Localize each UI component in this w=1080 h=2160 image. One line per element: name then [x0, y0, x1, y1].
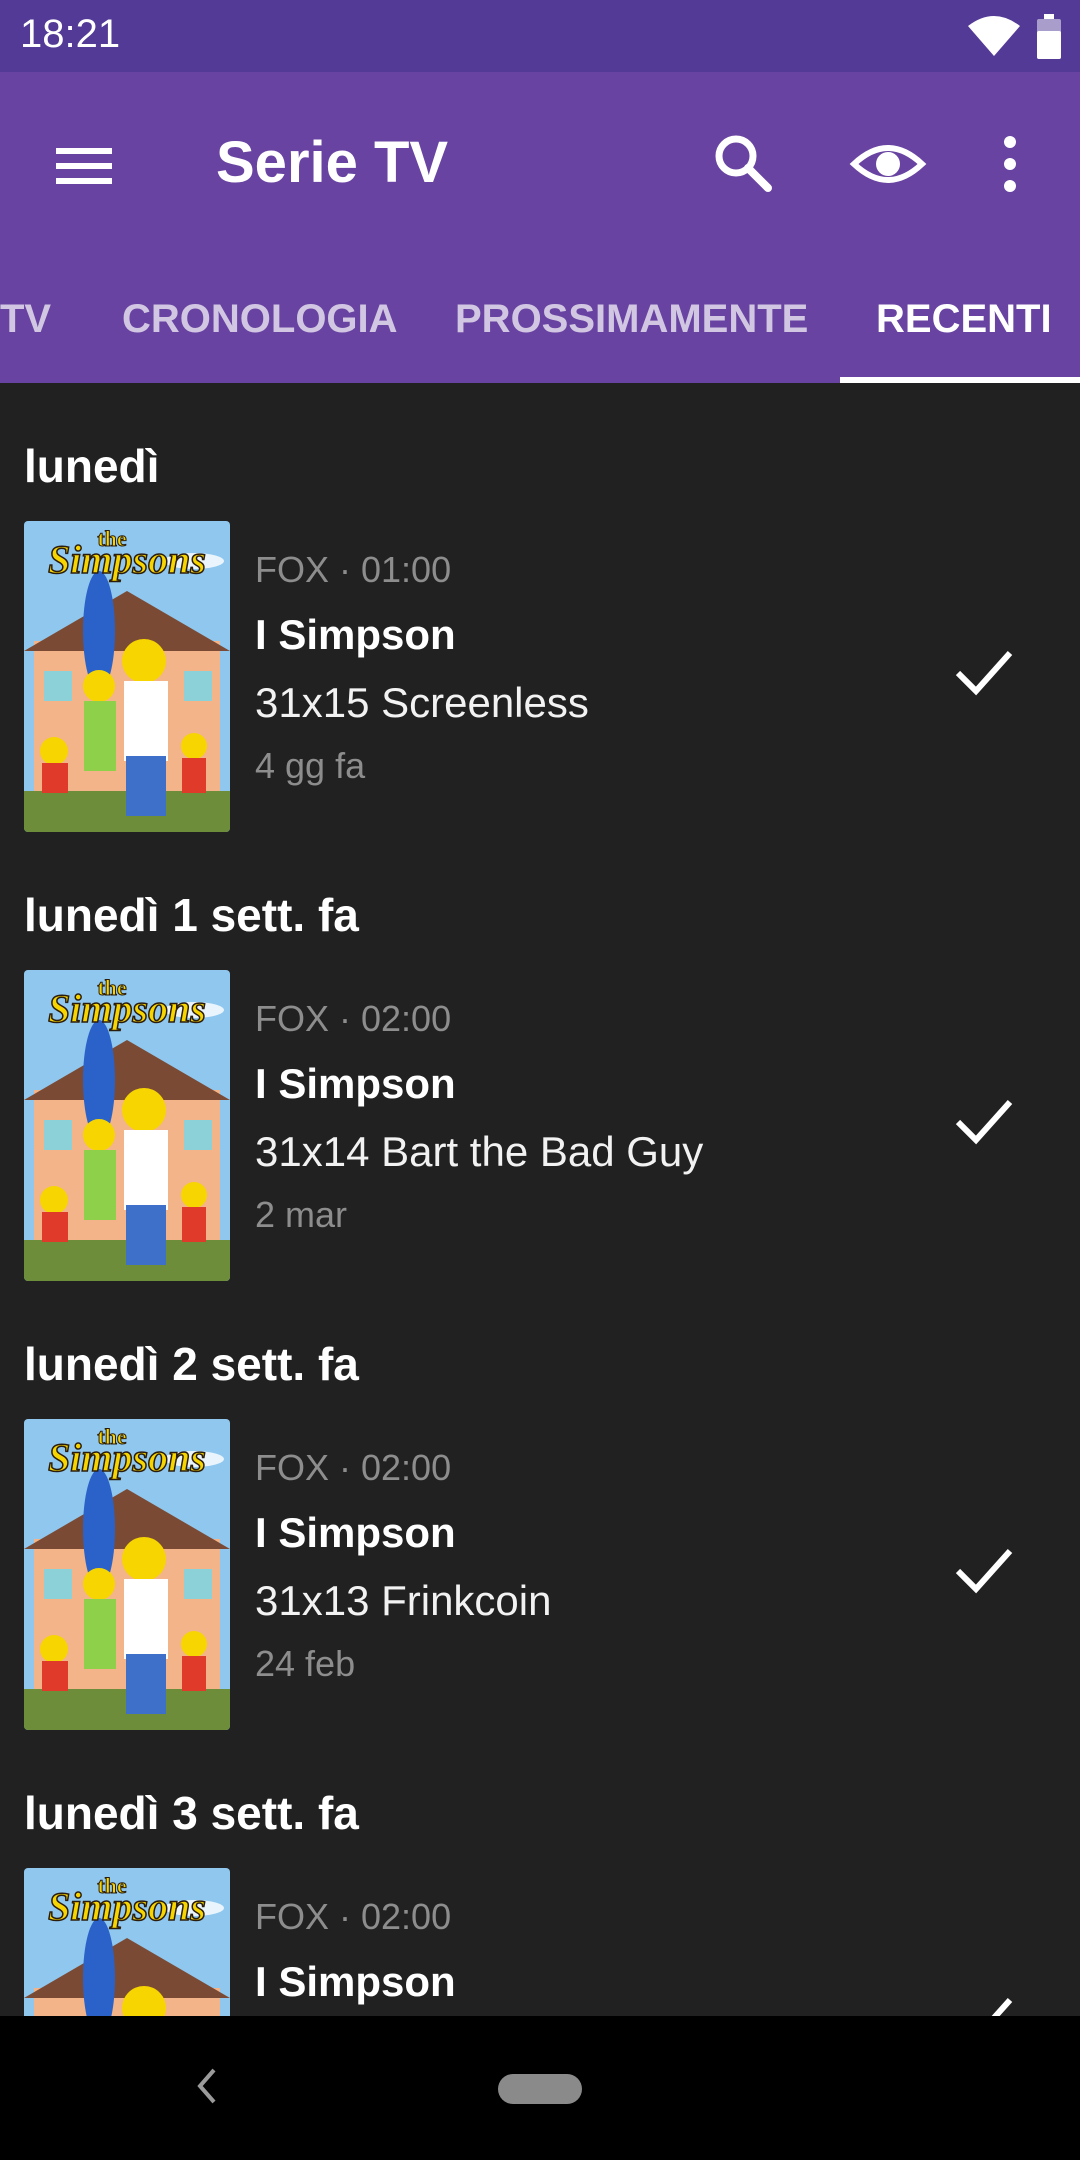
tab-tv[interactable]: TV	[0, 256, 51, 383]
episode-item[interactable]: FOX · 02:00 I Simpson 31x14 Bart the Bad…	[0, 970, 1080, 1282]
show-poster	[24, 970, 230, 1281]
network-time: FOX · 02:00	[255, 1447, 452, 1488]
section-header: lunedì 1 sett. fa	[24, 889, 359, 941]
back-icon[interactable]	[190, 2064, 226, 2108]
app-bar: Serie TV TV CRONOLOGIA PROSSIMAMENTE REC…	[0, 72, 1080, 383]
watched-check-icon[interactable]	[954, 647, 1014, 697]
system-nav-bar	[0, 2016, 1080, 2160]
episode-title: 31x15 Screenless	[255, 679, 589, 726]
show-title: I Simpson	[255, 1060, 456, 1107]
section-header: lunedì 3 sett. fa	[24, 1787, 359, 1839]
show-title: I Simpson	[255, 611, 456, 658]
battery-icon	[1037, 14, 1061, 59]
tab-bar: TV CRONOLOGIA PROSSIMAMENTE RECENTI	[0, 256, 1080, 383]
show-poster	[24, 1868, 230, 2016]
watched-check-icon[interactable]	[954, 1096, 1014, 1146]
page-title: Serie TV	[216, 130, 449, 195]
air-date: 4 gg fa	[255, 745, 366, 786]
tab-recenti[interactable]: RECENTI	[876, 256, 1052, 383]
air-date: 2 mar	[255, 1194, 348, 1235]
show-poster	[24, 521, 230, 832]
network-time: FOX · 01:00	[255, 549, 452, 590]
episode-item[interactable]: FOX · 02:00 I Simpson 31x13 Frinkcoin 24…	[0, 1419, 1080, 1731]
wifi-icon	[968, 16, 1020, 56]
show-title: I Simpson	[255, 1958, 456, 2005]
home-pill[interactable]	[498, 2074, 582, 2104]
menu-icon[interactable]	[48, 130, 120, 202]
tab-cronologia[interactable]: CRONOLOGIA	[122, 256, 398, 383]
episode-item[interactable]: FOX · 02:00 I Simpson	[0, 1868, 1080, 2016]
section-header: lunedì	[24, 440, 160, 492]
episode-title: 31x14 Bart the Bad Guy	[255, 1128, 704, 1175]
section-header: lunedì 2 sett. fa	[24, 1338, 359, 1390]
episode-list: lunedì FOX · 01:00 I Simpson 31x15 Scree…	[0, 383, 1080, 2016]
tab-prossimamente[interactable]: PROSSIMAMENTE	[455, 256, 808, 383]
episode-title: 31x13 Frinkcoin	[255, 1577, 552, 1624]
show-poster	[24, 1419, 230, 1730]
show-title: I Simpson	[255, 1509, 456, 1556]
watched-check-icon[interactable]	[954, 1994, 1014, 2016]
status-bar: 18:21	[0, 0, 1080, 72]
eye-icon[interactable]	[848, 128, 928, 200]
more-options-icon[interactable]	[986, 128, 1034, 200]
network-time: FOX · 02:00	[255, 1896, 452, 1937]
air-date: 24 feb	[255, 1643, 356, 1684]
episode-item[interactable]: FOX · 01:00 I Simpson 31x15 Screenless 4…	[0, 521, 1080, 833]
watched-check-icon[interactable]	[954, 1545, 1014, 1595]
status-time: 18:21	[20, 12, 121, 56]
search-icon[interactable]	[706, 128, 778, 200]
network-time: FOX · 02:00	[255, 998, 452, 1039]
